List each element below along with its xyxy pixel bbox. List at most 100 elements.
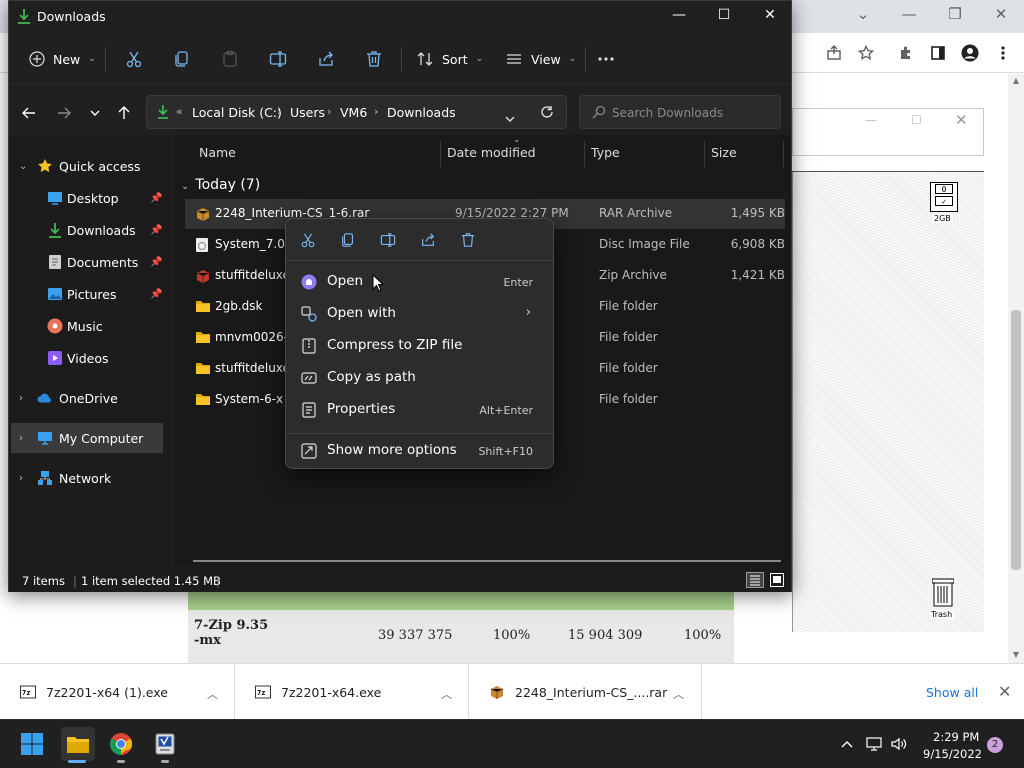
page-scrollbar-thumb[interactable] [1011, 310, 1021, 570]
column-header-date[interactable]: Date modified [447, 145, 536, 160]
close-download-bar-icon[interactable]: ✕ [998, 682, 1011, 701]
group-header[interactable]: ⌄ Today (7) [181, 177, 260, 193]
nav-network[interactable]: › Network [9, 463, 167, 493]
nav-onedrive[interactable]: › OneDrive [9, 383, 167, 413]
breadcrumb-item[interactable]: Users [290, 105, 325, 120]
rename-icon[interactable] [376, 229, 400, 251]
refresh-icon[interactable] [540, 105, 554, 122]
download-item[interactable]: 2248_Interium-CS_....rar ︿ [469, 664, 702, 720]
view-button[interactable]: View ⌄ [505, 49, 576, 69]
cut-button[interactable] [125, 49, 143, 69]
up-arrow-icon[interactable] [114, 103, 134, 123]
collapsed-chevron-icon[interactable]: › [19, 393, 23, 404]
overflow-crumb-icon[interactable]: « [176, 105, 183, 118]
paste-button[interactable] [221, 49, 239, 69]
close-icon[interactable]: ✕ [990, 6, 1012, 26]
share-icon[interactable] [824, 43, 844, 63]
delete-icon[interactable] [456, 229, 480, 251]
bookmark-star-icon[interactable] [856, 43, 876, 63]
nav-item-videos[interactable]: Videos [9, 343, 167, 373]
breadcrumb-item[interactable]: VM6 [340, 105, 367, 120]
chrome-taskbar-icon[interactable] [106, 729, 136, 759]
new-button[interactable]: New ⌄ [29, 49, 96, 69]
restore-icon[interactable]: ❐ [944, 6, 966, 26]
nav-item-documents[interactable]: Documents 📌 [9, 247, 167, 277]
expand-chevron-icon[interactable]: ⌄ [19, 161, 27, 172]
more-options-button[interactable] [597, 49, 615, 69]
show-all-downloads-link[interactable]: Show all [926, 685, 978, 700]
search-box[interactable] [579, 95, 781, 129]
nav-item-pictures[interactable]: Pictures 📌 [9, 279, 167, 309]
volume-icon[interactable] [891, 736, 907, 752]
copy-icon[interactable] [336, 229, 360, 251]
column-divider[interactable] [783, 141, 784, 167]
minimize-icon[interactable]: — [898, 6, 920, 26]
hard-disk-icon[interactable]: 0 ✓ [930, 182, 958, 212]
large-icons-view-icon[interactable] [769, 572, 785, 591]
recent-locations-chevron-icon[interactable] [85, 103, 105, 123]
group-collapse-chevron-icon[interactable]: ⌄ [181, 181, 189, 192]
nav-item-music[interactable]: Music [9, 311, 167, 341]
menu-item-copy-as-path[interactable]: Copy as path [292, 363, 547, 393]
explorer-titlebar[interactable]: Downloads — ☐ ✕ [9, 1, 791, 33]
emulator-screen[interactable] [792, 172, 984, 632]
nav-item-desktop[interactable]: Desktop 📌 [9, 183, 167, 213]
forward-arrow-icon[interactable] [54, 103, 74, 123]
column-header-size[interactable]: Size [711, 145, 737, 160]
clock-time[interactable]: 2:29 PM [933, 730, 979, 744]
download-options-chevron-icon[interactable]: ︿ [207, 686, 218, 702]
menu-item-properties[interactable]: Properties Alt+Enter [292, 395, 547, 425]
nav-item-downloads[interactable]: Downloads 📌 [9, 215, 167, 245]
search-input[interactable] [612, 104, 772, 122]
column-header-type[interactable]: Type [591, 145, 620, 160]
cut-icon[interactable] [296, 229, 320, 251]
windows-start-icon[interactable] [17, 729, 47, 759]
menu-kebab-icon[interactable] [993, 43, 1013, 63]
download-options-chevron-icon[interactable]: ︿ [441, 686, 452, 702]
delete-button[interactable] [365, 49, 383, 69]
menu-item-open-with[interactable]: Open with › [292, 299, 547, 329]
notification-badge[interactable]: 2 [987, 737, 1003, 753]
address-bar[interactable]: « Local Disk (C:) › Users › VM6 › Downlo… [146, 95, 567, 129]
file-explorer-taskbar-icon[interactable] [61, 727, 95, 761]
side-panel-icon[interactable] [928, 43, 948, 63]
column-divider[interactable] [704, 141, 705, 167]
nav-quick-access[interactable]: ⌄ Quick access [9, 151, 167, 181]
menu-item-open[interactable]: Open Enter [292, 267, 547, 297]
emulator-minimize-icon[interactable]: — [865, 113, 877, 127]
close-icon[interactable]: ✕ [759, 7, 781, 27]
share-icon[interactable] [416, 229, 440, 251]
download-item[interactable]: 7z 7z2201-x64 (1).exe ︿ [0, 664, 235, 720]
share-button[interactable] [317, 49, 335, 69]
rename-button[interactable] [269, 49, 287, 69]
scroll-up-arrow-icon[interactable]: ▲ [1010, 76, 1022, 86]
menu-item-show-more-options[interactable]: Show more options Shift+F10 [292, 436, 547, 466]
horizontal-scrollbar[interactable] [193, 560, 781, 562]
tab-search-chevron-icon[interactable]: ⌄ [852, 6, 874, 26]
show-hidden-icons-chevron-icon[interactable] [839, 736, 855, 752]
column-divider[interactable] [440, 141, 441, 167]
download-item[interactable]: 7z 7z2201-x64.exe ︿ [235, 664, 469, 720]
emulator-maximize-icon[interactable]: ☐ [911, 113, 922, 127]
profile-icon[interactable] [960, 43, 980, 63]
maximize-icon[interactable]: ☐ [713, 7, 735, 27]
column-header-name[interactable]: Name [199, 145, 236, 160]
breadcrumb-item[interactable]: Downloads [387, 105, 456, 120]
scroll-down-arrow-icon[interactable]: ▼ [1010, 650, 1022, 660]
minimize-icon[interactable]: — [668, 7, 690, 27]
address-history-chevron-icon[interactable] [505, 110, 515, 125]
details-view-icon[interactable] [746, 572, 764, 588]
clock-date[interactable]: 9/15/2022 [923, 747, 982, 761]
collapsed-chevron-icon[interactable]: › [19, 473, 23, 484]
extensions-icon[interactable] [896, 43, 916, 63]
menu-item-compress-zip[interactable]: Compress to ZIP file [292, 331, 547, 361]
column-divider[interactable] [584, 141, 585, 167]
copy-button[interactable] [173, 49, 191, 69]
emulator-taskbar-icon[interactable] [150, 729, 180, 759]
network-status-icon[interactable] [866, 736, 882, 752]
back-arrow-icon[interactable] [19, 103, 39, 123]
nav-my-computer[interactable]: › My Computer [11, 423, 163, 453]
download-options-chevron-icon[interactable]: ︿ [673, 686, 684, 702]
sort-button[interactable]: Sort ⌄ [416, 49, 483, 69]
emulator-close-icon[interactable]: ✕ [955, 111, 968, 129]
